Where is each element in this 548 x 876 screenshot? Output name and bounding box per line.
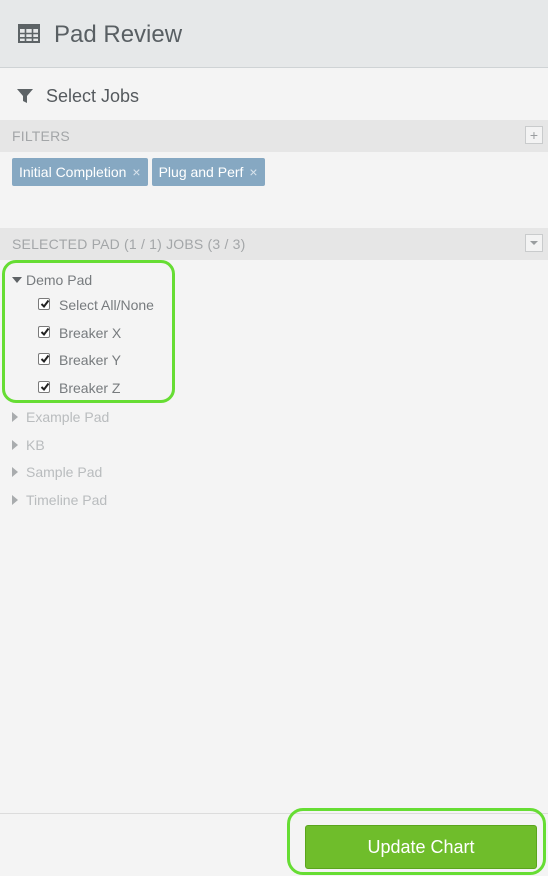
caret-right-icon[interactable] bbox=[12, 440, 18, 451]
page-title: Pad Review bbox=[54, 21, 183, 48]
tree-item-timeline-pad[interactable]: Timeline Pad bbox=[12, 491, 107, 509]
remove-tag-icon[interactable]: × bbox=[249, 158, 257, 186]
remove-tag-icon[interactable]: × bbox=[132, 158, 140, 186]
add-filter-button[interactable]: + bbox=[525, 126, 543, 144]
tree-item-demo-pad[interactable]: Demo Pad bbox=[12, 271, 92, 289]
job-label: Breaker Z bbox=[59, 380, 121, 396]
caret-down-icon[interactable] bbox=[12, 277, 22, 284]
tree-item-example-pad[interactable]: Example Pad bbox=[12, 408, 109, 426]
tree-item-sample-pad[interactable]: Sample Pad bbox=[12, 463, 102, 481]
tree-item-kb[interactable]: KB bbox=[12, 436, 45, 454]
checkbox-checked-icon[interactable] bbox=[38, 326, 50, 339]
filter-tag-label: Plug and Perf bbox=[158, 164, 244, 180]
filter-tag-plug-and-perf: Plug and Perf × bbox=[151, 158, 265, 186]
checkbox-checked-icon[interactable] bbox=[38, 381, 50, 394]
select-all-row[interactable]: Select All/None bbox=[38, 296, 154, 314]
panel-header: Pad Review bbox=[0, 0, 548, 68]
caret-right-icon[interactable] bbox=[12, 495, 18, 506]
footer-divider bbox=[0, 813, 548, 814]
select-jobs-label: Select Jobs bbox=[46, 86, 140, 106]
select-jobs-heading: Select Jobs bbox=[0, 69, 548, 120]
filter-tags: Initial Completion × Plug and Perf × bbox=[12, 158, 265, 186]
job-row-breaker-z[interactable]: Breaker Z bbox=[38, 379, 120, 397]
select-all-label: Select All/None bbox=[59, 297, 154, 313]
filter-tag-label: Initial Completion bbox=[19, 164, 127, 180]
filter-tag-initial-completion: Initial Completion × bbox=[12, 158, 148, 186]
selected-pad-label: SELECTED PAD (1 / 1) JOBS (3 / 3) bbox=[12, 236, 246, 252]
pad-label: Sample Pad bbox=[26, 464, 103, 480]
caret-down-icon[interactable] bbox=[525, 234, 543, 252]
pad-label: KB bbox=[26, 437, 45, 453]
caret-right-icon[interactable] bbox=[12, 412, 18, 423]
checkbox-checked-icon[interactable] bbox=[38, 298, 50, 311]
filter-icon bbox=[16, 87, 34, 105]
job-label: Breaker Y bbox=[59, 352, 121, 368]
pad-label: Timeline Pad bbox=[26, 492, 108, 508]
checkbox-checked-icon[interactable] bbox=[38, 353, 50, 366]
job-row-breaker-y[interactable]: Breaker Y bbox=[38, 351, 121, 369]
update-chart-button[interactable]: Update Chart bbox=[305, 825, 537, 869]
job-label: Breaker X bbox=[59, 325, 122, 341]
pad-label: Example Pad bbox=[26, 409, 110, 425]
filters-label: FILTERS bbox=[12, 128, 70, 144]
selected-pad-bar: SELECTED PAD (1 / 1) JOBS (3 / 3) bbox=[0, 228, 548, 260]
pad-label: Demo Pad bbox=[26, 272, 93, 288]
job-row-breaker-x[interactable]: Breaker X bbox=[38, 324, 121, 342]
table-icon bbox=[18, 24, 40, 44]
filters-bar: FILTERS + bbox=[0, 120, 548, 152]
caret-right-icon[interactable] bbox=[12, 467, 18, 478]
